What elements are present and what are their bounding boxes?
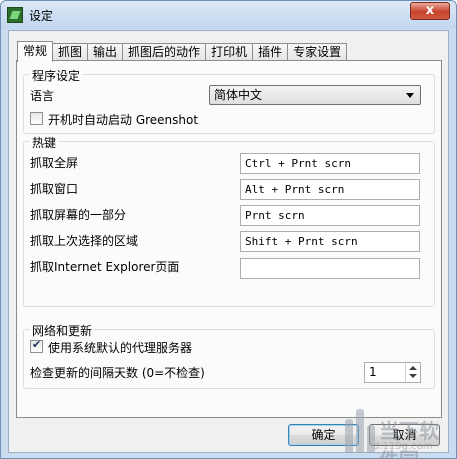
network-group: 网络和更新 使用系统默认的代理服务器 检查更新的间隔天数 (0=不检查) 1 bbox=[23, 322, 435, 389]
hotkey-ie-input[interactable] bbox=[240, 258, 420, 279]
language-select[interactable]: 简体中文 bbox=[209, 85, 421, 105]
tab-printer[interactable]: 打印机 bbox=[205, 43, 254, 61]
update-interval-value: 1 bbox=[369, 365, 377, 379]
update-interval-stepper[interactable]: 1 bbox=[364, 362, 421, 383]
general-tab-panel: 程序设定 语言 简体中文 开机时自动启动 Greenshot 热键 抓取全屏 C… bbox=[16, 60, 442, 418]
hotkey-last-region-label: 抓取上次选择的区域 bbox=[30, 234, 139, 248]
language-label: 语言 bbox=[30, 89, 55, 103]
tab-strip: 常规 抓图 输出 抓图后的动作 打印机 插件 专家设置 bbox=[17, 41, 348, 62]
autostart-checkbox[interactable] bbox=[30, 112, 43, 125]
dialog-client-area: 常规 抓图 输出 抓图后的动作 打印机 插件 专家设置 程序设定 语言 简体中文… bbox=[8, 30, 449, 453]
title-bar[interactable]: 设定 x bbox=[1, 1, 456, 29]
hotkey-window-label: 抓取窗口 bbox=[30, 182, 79, 196]
autostart-label: 开机时自动启动 Greenshot bbox=[48, 113, 199, 127]
stepper-buttons[interactable] bbox=[405, 363, 420, 382]
hotkey-fullscreen-input[interactable]: Ctrl + Prnt scrn bbox=[240, 153, 420, 174]
tab-general[interactable]: 常规 bbox=[17, 41, 54, 62]
watermark-url: d.119g.com bbox=[373, 441, 433, 452]
tab-capture[interactable]: 抓图 bbox=[52, 43, 89, 61]
network-legend: 网络和更新 bbox=[30, 322, 95, 339]
program-settings-legend: 程序设定 bbox=[30, 67, 83, 84]
proxy-checkbox[interactable] bbox=[30, 338, 43, 353]
tab-after-capture[interactable]: 抓图后的动作 bbox=[122, 43, 207, 61]
hotkey-ie-label: 抓取Internet Explorer页面 bbox=[30, 260, 180, 274]
settings-window: 设定 x 常规 抓图 输出 抓图后的动作 打印机 插件 专家设置 程序设定 语言… bbox=[0, 0, 457, 459]
hotkey-last-region-input[interactable]: Shift + Prnt scrn bbox=[240, 231, 420, 252]
hotkey-region-label: 抓取屏幕的一部分 bbox=[30, 208, 127, 222]
spin-down-icon[interactable] bbox=[409, 374, 417, 378]
hotkey-fullscreen-label: 抓取全屏 bbox=[30, 156, 79, 170]
update-interval-label: 检查更新的间隔天数 (0=不检查) bbox=[30, 366, 205, 380]
tab-expert[interactable]: 专家设置 bbox=[287, 43, 348, 61]
watermark-text: 当下软件园 bbox=[379, 419, 439, 459]
greenshot-app-icon bbox=[7, 7, 23, 23]
window-title: 设定 bbox=[29, 9, 54, 23]
tab-output[interactable]: 输出 bbox=[87, 43, 124, 61]
language-select-value: 简体中文 bbox=[214, 88, 263, 102]
hotkey-region-input[interactable]: Prnt scrn bbox=[240, 205, 420, 226]
tab-plugins[interactable]: 插件 bbox=[252, 43, 289, 61]
spin-up-icon[interactable] bbox=[409, 366, 417, 370]
watermark-logo-icon bbox=[345, 409, 375, 453]
hotkeys-group: 热键 抓取全屏 Ctrl + Prnt scrn 抓取窗口 Alt + Prnt… bbox=[23, 134, 435, 307]
hotkey-window-input[interactable]: Alt + Prnt scrn bbox=[240, 179, 420, 200]
proxy-label: 使用系统默认的代理服务器 bbox=[48, 341, 193, 355]
chevron-down-icon bbox=[406, 93, 414, 98]
close-button[interactable]: x bbox=[410, 2, 450, 20]
hotkeys-legend: 热键 bbox=[30, 134, 59, 151]
site-watermark: 当下软件园 d.119g.com bbox=[345, 409, 455, 459]
program-settings-group: 程序设定 语言 简体中文 开机时自动启动 Greenshot bbox=[23, 67, 435, 134]
